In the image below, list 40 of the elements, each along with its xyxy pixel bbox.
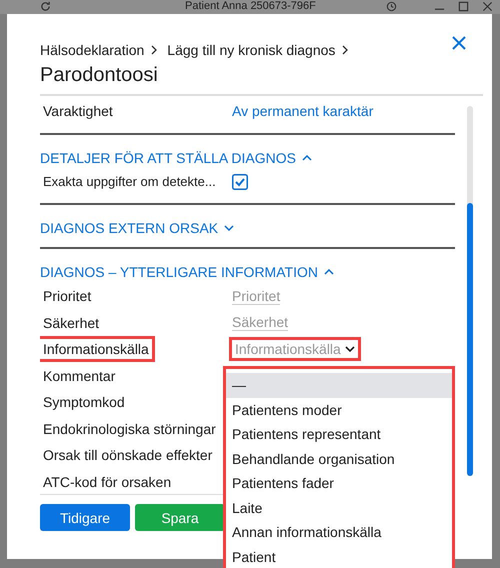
chevron-icon[interactable] (324, 269, 334, 275)
field-label: Symptomkod (42, 393, 126, 412)
breadcrumb-link[interactable]: Lägg till ny kronisk diagnos (167, 42, 336, 58)
dropdown-option[interactable]: — (226, 373, 452, 398)
section-header[interactable]: DIAGNOS EXTERN ORSAK (40, 220, 218, 236)
section-header[interactable]: DIAGNOS – YTTERLIGARE INFORMATION (40, 264, 318, 280)
dropdown-option[interactable]: Patient (226, 544, 452, 568)
field-label: ATC-kod för orsaken (42, 472, 172, 492)
refresh-icon[interactable] (40, 1, 51, 12)
field-label: Orsak till oönskade effekter (42, 446, 214, 466)
action-button[interactable]: Tidigare (40, 504, 130, 531)
scrollbar[interactable] (467, 106, 473, 476)
dropdown-option[interactable]: Patientens fader (226, 471, 452, 496)
chevron-down-icon (344, 346, 355, 352)
maximize-icon[interactable] (458, 1, 469, 12)
checkbox-label: Exakta uppgifter om detekte... (42, 173, 217, 192)
close-icon[interactable] (482, 1, 493, 12)
field-label: Informationskälla (40, 336, 155, 362)
dialog-title: Parodontoosi (40, 64, 159, 88)
history-icon[interactable] (386, 1, 397, 12)
field-label: Endokrinologiska störningar (42, 420, 217, 439)
field-label: Prioritet (42, 287, 92, 306)
dropdown-option[interactable]: Patientens moder (226, 398, 452, 422)
dropdown-option[interactable]: Patientens representant (226, 422, 452, 446)
close-icon[interactable] (452, 36, 466, 50)
section-header[interactable]: DETALJER FÖR ATT STÄLLA DIAGNOS (40, 150, 296, 166)
chevron-icon[interactable] (224, 225, 234, 231)
chevron-icon[interactable] (302, 154, 312, 160)
value-link[interactable]: Av permanent karaktär (232, 103, 374, 120)
checkbox[interactable] (232, 174, 248, 190)
dropdown-option[interactable]: Behandlande organisation (226, 446, 452, 471)
field-label: Säkerhet (42, 314, 100, 333)
chevron-right-icon (151, 45, 158, 55)
field-label: Varaktighet (42, 102, 114, 122)
dropdown-option[interactable]: Annan informationskälla (226, 520, 452, 544)
window-title: Patient Anna 250673-796F (185, 0, 316, 13)
dropdown-option[interactable]: Laite (226, 496, 452, 520)
chevron-right-icon (342, 45, 348, 55)
breadcrumb-link[interactable]: Hälsodeklaration (40, 42, 144, 58)
field-label: Kommentar (42, 366, 116, 386)
